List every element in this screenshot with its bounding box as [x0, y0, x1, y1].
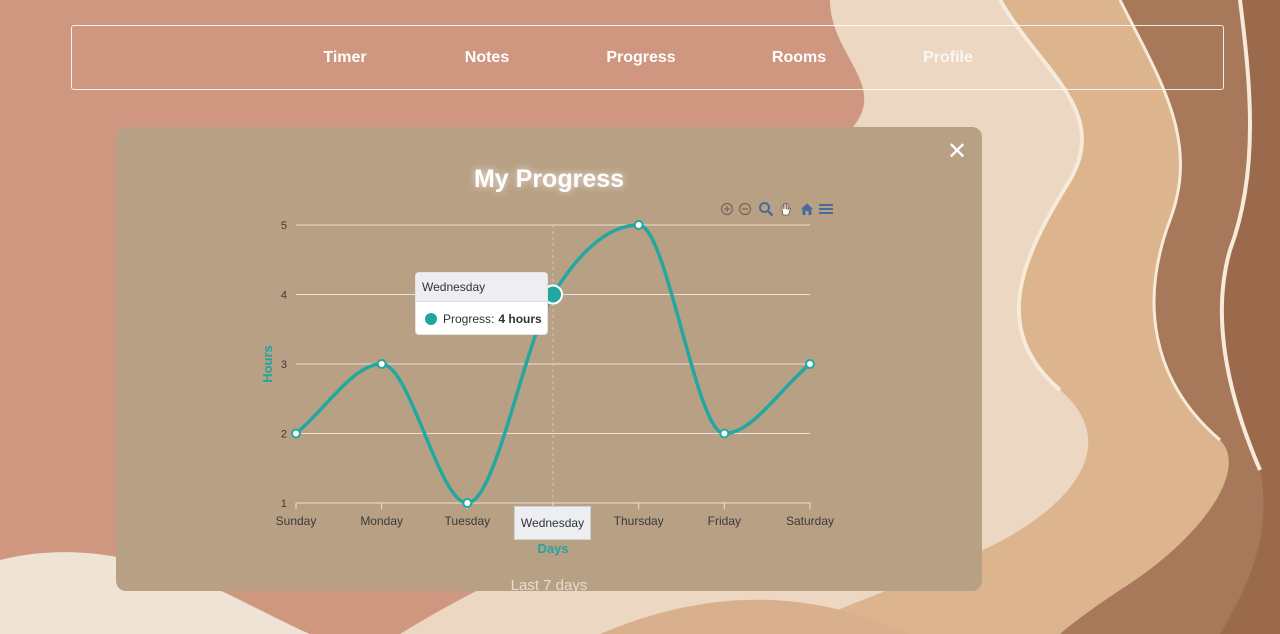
reset-home-icon[interactable]: [799, 201, 815, 217]
data-point: [633, 220, 644, 230]
series-marker-icon: [425, 312, 437, 325]
top-navbar: Timer Notes Progress Rooms Profile: [71, 25, 1224, 90]
data-point: [719, 428, 730, 439]
x-tick-label: Thursday: [614, 514, 664, 528]
zoom-selection-icon[interactable]: [758, 201, 774, 217]
data-point: [291, 428, 301, 439]
y-tick-label: 5: [281, 220, 287, 232]
x-tick-label: Monday: [360, 514, 403, 528]
tooltip-title: Wednesday: [416, 273, 547, 302]
x-tick-label: Friday: [708, 514, 741, 528]
y-tick-label: 3: [281, 359, 287, 371]
progress-card: ✕ My Progress 1 2 3 4 5 Sunday Monday Tuesday Th…: [116, 127, 982, 594]
x-tick-label: Sunday: [276, 514, 317, 528]
data-point: [805, 359, 815, 369]
x-axis-title: Days: [537, 541, 568, 556]
zoom-out-icon[interactable]: [737, 201, 753, 217]
zoom-in-icon[interactable]: [719, 201, 735, 217]
x-tick-label: Saturday: [786, 514, 834, 528]
data-point: [462, 498, 473, 508]
y-tick-label: 2: [281, 429, 287, 441]
x-tick-label: Tuesday: [445, 514, 491, 528]
crosshair-x-label: Wednesday: [514, 506, 591, 540]
nav-notes[interactable]: Notes: [465, 26, 509, 91]
menu-icon[interactable]: [818, 201, 834, 217]
tooltip-row: Progress: 4 hours: [416, 302, 547, 336]
nav-rooms[interactable]: Rooms: [772, 26, 826, 91]
data-point: [376, 359, 387, 369]
tooltip-series-label: Progress:: [443, 312, 495, 326]
chart-tooltip: Wednesday Progress: 4 hours: [415, 272, 548, 335]
y-tick-label: 4: [281, 290, 287, 302]
tooltip-value: 4 hours: [498, 312, 542, 326]
card-footer: Last 7 days: [510, 577, 588, 594]
nav-progress[interactable]: Progress: [606, 26, 675, 91]
pan-hand-icon[interactable]: [778, 201, 794, 217]
y-axis-title: Hours: [260, 345, 275, 383]
nav-profile[interactable]: Profile: [923, 26, 973, 91]
y-tick-label: 1: [281, 498, 287, 510]
nav-timer[interactable]: Timer: [323, 26, 366, 91]
